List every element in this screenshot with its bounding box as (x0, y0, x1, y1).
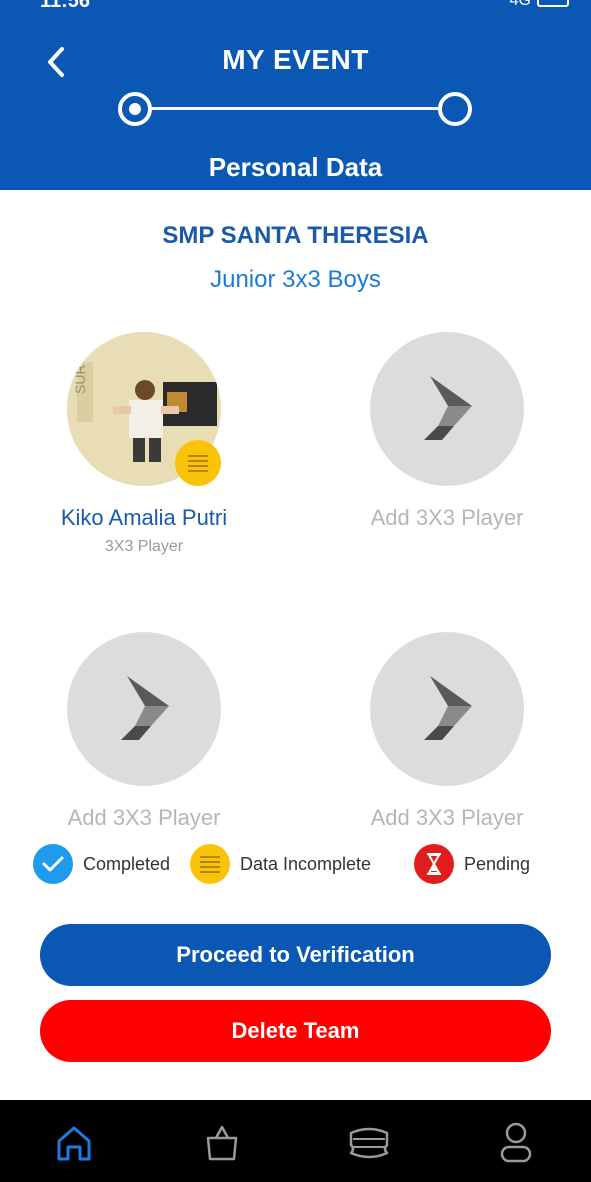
app-logo-icon (121, 676, 169, 740)
add-player-avatar[interactable] (67, 632, 221, 786)
delete-team-button[interactable]: Delete Team (40, 1000, 551, 1062)
legend-pending: Pending (414, 844, 530, 884)
check-icon (33, 844, 73, 884)
app-screen: 11:56 4G MY EVENT Personal Data SMP SANT… (0, 0, 591, 1182)
bottom-nav (0, 1100, 591, 1182)
add-player-slot[interactable]: Add 3X3 Player (327, 332, 567, 542)
header: 11:56 4G MY EVENT Personal Data (0, 0, 591, 190)
add-player-avatar[interactable] (370, 332, 524, 486)
player-avatar[interactable]: SUR (67, 332, 221, 486)
player-role: 3X3 Player (104, 538, 184, 555)
battery-icon (537, 0, 569, 7)
signal-text: 4G (509, 0, 531, 9)
team-category: Junior 3x3 Boys (210, 266, 381, 293)
home-icon (57, 1126, 91, 1161)
legend-incomplete-label: Data Incomplete (240, 853, 372, 874)
add-player-label: Add 3X3 Player (67, 805, 221, 830)
svg-text:SUR: SUR (72, 364, 88, 394)
add-player-slot[interactable]: Add 3X3 Player (24, 632, 264, 842)
list-lines-icon (190, 844, 230, 884)
school-name: SMP SANTA THERESIA (162, 222, 429, 249)
legend-incomplete: Data Incomplete (190, 844, 371, 884)
app-logo-icon (424, 376, 472, 440)
nav-shop[interactable] (197, 1118, 247, 1168)
data-incomplete-badge (175, 440, 221, 486)
nav-profile[interactable] (491, 1118, 541, 1168)
status-indicators: 4G (510, 0, 569, 10)
player-name: Kiko Amalia Putri (60, 505, 228, 530)
status-legend: Completed Data Incomplete Pending (0, 844, 591, 888)
nav-home[interactable] (49, 1118, 99, 1168)
add-player-label: Add 3X3 Player (370, 505, 524, 530)
step-2-dot (438, 92, 472, 126)
proceed-verification-button[interactable]: Proceed to Verification (40, 924, 551, 986)
ticket-icon (349, 1127, 389, 1159)
list-lines-icon (188, 455, 208, 472)
app-logo-icon (424, 676, 472, 740)
add-player-slot[interactable]: Add 3X3 Player (327, 632, 567, 842)
stepper-line (152, 107, 438, 110)
shopping-bag-icon (206, 1125, 238, 1161)
legend-completed-label: Completed (83, 853, 171, 874)
nav-events[interactable] (344, 1118, 394, 1168)
add-player-label: Add 3X3 Player (370, 805, 524, 830)
stepper (118, 92, 474, 126)
status-time: 11:56 (40, 0, 91, 12)
page-title: MY EVENT (222, 44, 369, 75)
legend-completed: Completed (33, 844, 170, 884)
add-player-avatar[interactable] (370, 632, 524, 786)
player-card[interactable]: SUR Kiko Amalia Putri 3X3 Player (24, 332, 264, 572)
legend-pending-label: Pending (464, 853, 531, 874)
hourglass-icon (414, 844, 454, 884)
step-1-dot (118, 92, 152, 126)
profile-icon (500, 1122, 532, 1163)
step-label: Personal Data (208, 152, 383, 182)
